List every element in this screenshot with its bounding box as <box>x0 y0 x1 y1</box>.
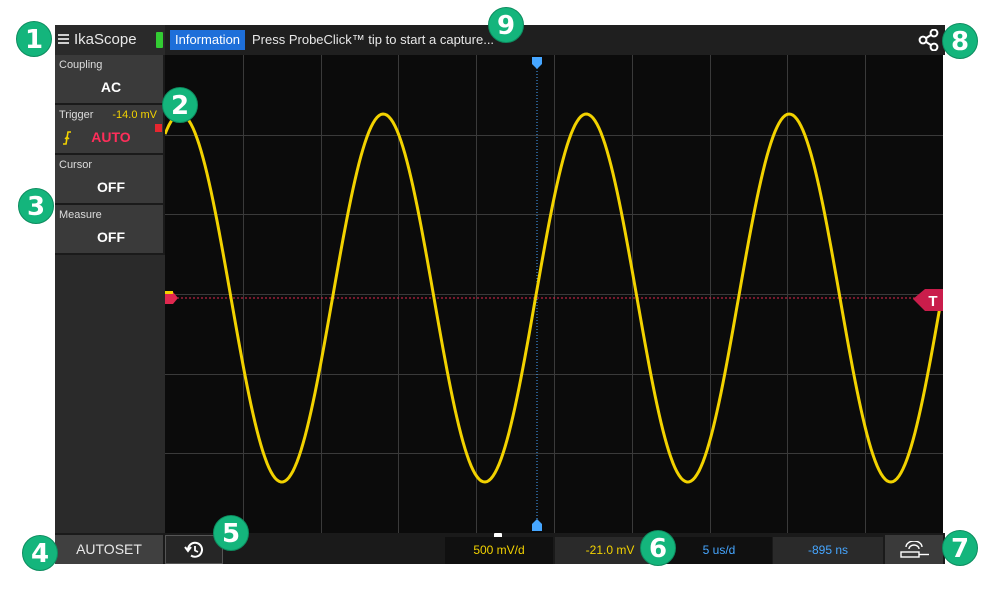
measure-button[interactable]: Measure OFF <box>55 205 165 255</box>
coupling-label: Coupling <box>59 59 103 71</box>
time-offset[interactable]: -895 ns <box>773 537 883 564</box>
info-badge: Information <box>170 30 246 50</box>
time-marker-top <box>532 57 542 69</box>
time-per-div[interactable]: 5 us/d <box>666 537 772 564</box>
measure-value: OFF <box>97 229 125 245</box>
probe-button[interactable] <box>885 535 943 564</box>
cursor-label: Cursor <box>59 159 93 171</box>
time-marker-bottom <box>532 519 542 531</box>
volts-per-div[interactable]: 500 mV/d <box>445 537 553 564</box>
channel-offset-marker-top <box>165 291 173 294</box>
grid <box>165 55 943 533</box>
coupling-button[interactable]: Coupling AC <box>55 55 165 105</box>
trigger-marker[interactable]: T <box>913 289 943 311</box>
history-icon <box>184 541 203 558</box>
trigger-status-led <box>155 124 162 132</box>
trigger-label: Trigger <box>59 109 94 121</box>
trigger-mode: AUTO <box>91 129 131 145</box>
left-panel-background <box>55 255 165 535</box>
battery-icon <box>156 32 163 48</box>
autoset-button[interactable]: AUTOSET <box>55 535 165 564</box>
trigger-level: -14.0 mV <box>112 109 157 121</box>
measure-label: Measure <box>59 209 102 221</box>
waveform-plot: T <box>165 55 943 533</box>
scope-display[interactable]: T <box>165 55 943 533</box>
callout-7: 7 <box>942 530 978 566</box>
callout-4: 4 <box>22 535 58 571</box>
share-icon[interactable] <box>918 29 940 51</box>
cursor-button[interactable]: Cursor OFF <box>55 155 165 205</box>
info-message: Press ProbeClick™ tip to start a capture… <box>252 32 495 47</box>
trigger-marker-label: T <box>928 293 937 310</box>
cursor-value: OFF <box>97 179 125 195</box>
trigger-button[interactable]: Trigger -14.0 mV AUTO <box>55 105 165 155</box>
callout-3: 3 <box>18 188 54 224</box>
callout-9: 9 <box>488 7 524 43</box>
callout-2: 2 <box>162 87 198 123</box>
callout-1: 1 <box>16 21 52 57</box>
probe-icon <box>900 541 929 558</box>
menu-icon <box>58 34 69 44</box>
callout-6: 6 <box>640 530 676 566</box>
coupling-value: AC <box>100 79 122 95</box>
app-menu-button[interactable]: IkaScope <box>55 25 165 55</box>
app-title: IkaScope <box>74 31 137 48</box>
callout-8: 8 <box>942 23 978 59</box>
callout-5: 5 <box>213 515 249 551</box>
